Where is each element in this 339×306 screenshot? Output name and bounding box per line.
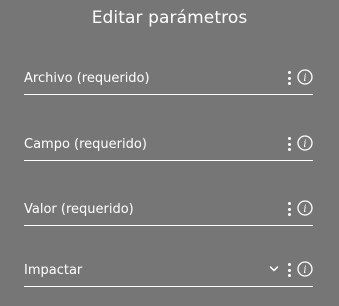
valor-field-label: Valor (requerido) [24, 202, 134, 217]
impactar-select[interactable]: Impactar i [24, 259, 313, 287]
info-icon[interactable]: i [297, 200, 313, 216]
archivo-field-underline [24, 94, 313, 95]
archivo-field-label: Archivo (requerido) [24, 71, 150, 86]
more-vertical-icon[interactable] [285, 200, 293, 218]
impactar-select-label: Impactar [24, 263, 83, 278]
panel-title: Editar parámetros [91, 8, 248, 28]
impactar-select-underline [24, 286, 313, 287]
info-icon[interactable]: i [297, 135, 313, 151]
svg-text:i: i [303, 139, 306, 150]
info-icon[interactable]: i [297, 261, 313, 277]
info-icon[interactable]: i [297, 69, 313, 85]
edit-parameters-panel: Editar parámetros Archivo (requerido) i … [0, 0, 339, 306]
more-vertical-icon[interactable] [285, 135, 293, 153]
campo-field[interactable]: Campo (requerido) i [24, 133, 313, 161]
more-vertical-icon[interactable] [285, 69, 293, 87]
campo-field-label: Campo (requerido) [24, 137, 147, 152]
svg-text:i: i [303, 73, 306, 84]
svg-text:i: i [303, 265, 306, 276]
valor-field[interactable]: Valor (requerido) i [24, 198, 313, 226]
chevron-down-icon[interactable] [269, 265, 279, 273]
campo-field-underline [24, 160, 313, 161]
archivo-field[interactable]: Archivo (requerido) i [24, 67, 313, 95]
svg-text:i: i [303, 204, 306, 215]
more-vertical-icon[interactable] [285, 261, 293, 279]
valor-field-underline [24, 225, 313, 226]
